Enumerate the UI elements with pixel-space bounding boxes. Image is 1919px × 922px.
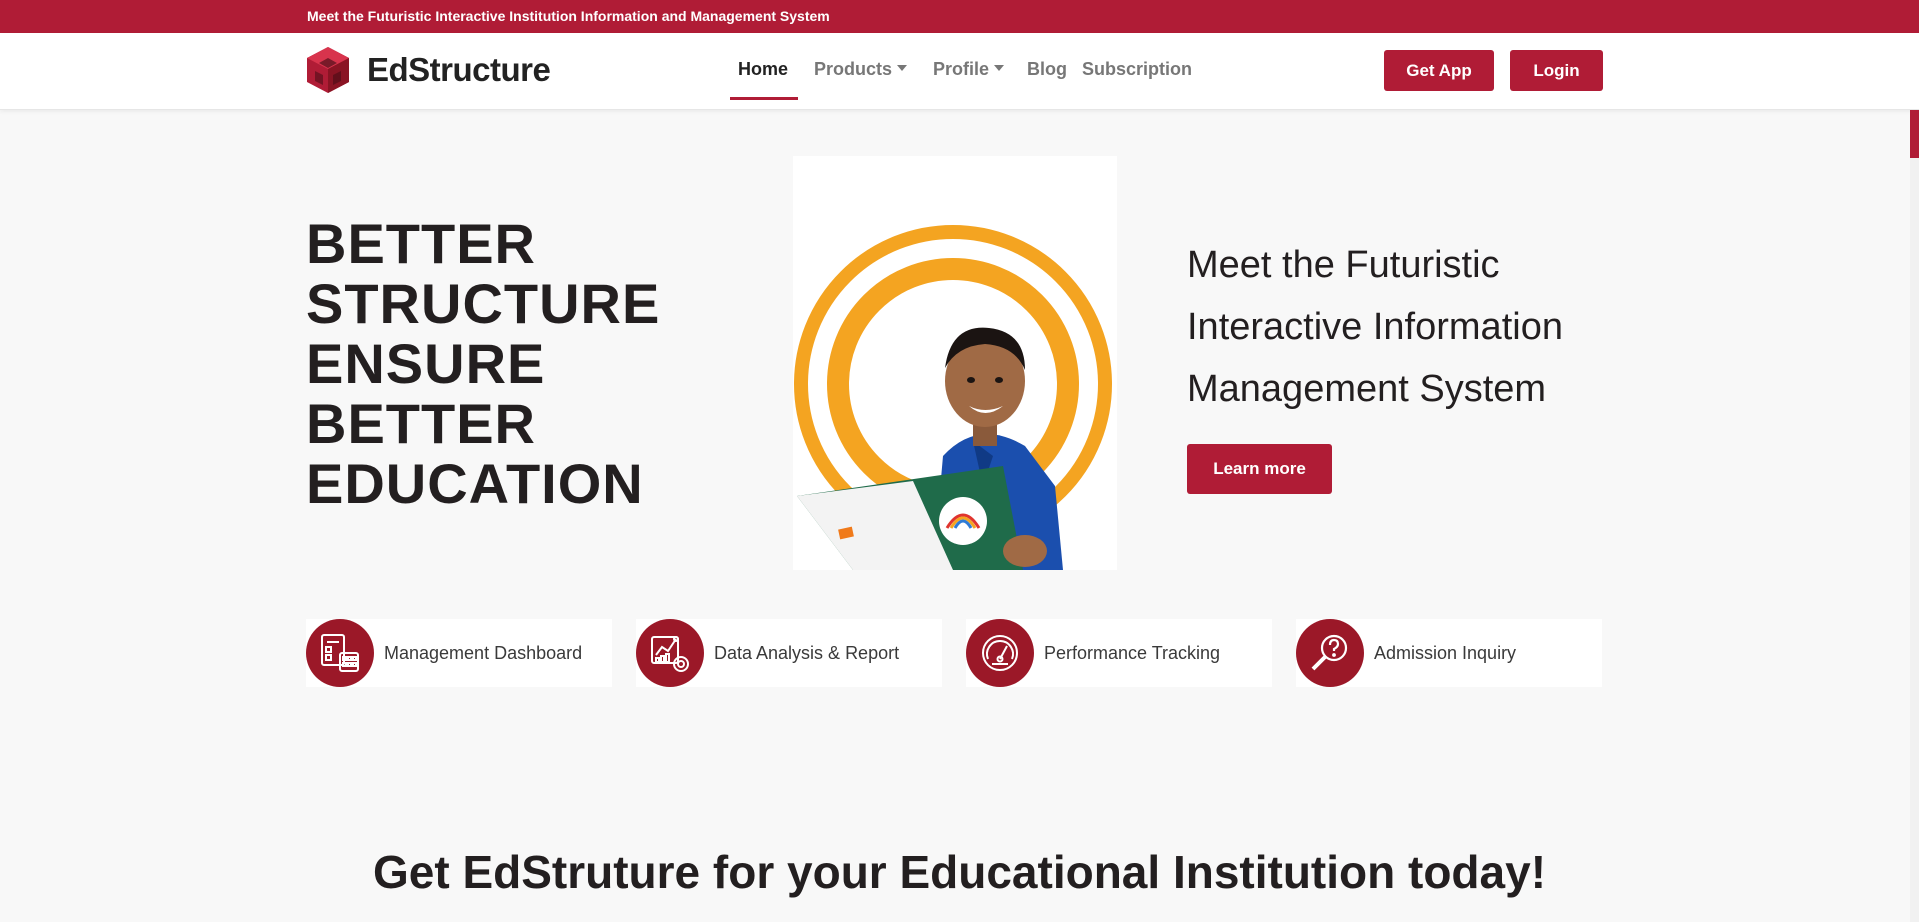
nav-subscription[interactable]: Subscription bbox=[1082, 59, 1192, 80]
hero-title-line: STRUCTURE bbox=[306, 272, 661, 335]
brand-link[interactable]: EdStructure bbox=[305, 44, 551, 96]
student-with-book-image bbox=[793, 156, 1117, 570]
inquiry-search-icon bbox=[1296, 619, 1364, 687]
hero-subtitle-line: Management System bbox=[1187, 368, 1547, 410]
announcement-text: Meet the Futuristic Interactive Institut… bbox=[307, 8, 830, 24]
nav-products[interactable]: Products bbox=[814, 59, 908, 80]
scrollbar-thumb[interactable] bbox=[1910, 110, 1919, 158]
nav-blog[interactable]: Blog bbox=[1027, 59, 1067, 80]
hero-subtitle-line: Meet the Futuristic bbox=[1187, 244, 1500, 286]
hero-subtitle-line: Interactive Information bbox=[1187, 306, 1563, 348]
learn-more-button[interactable]: Learn more bbox=[1187, 444, 1332, 494]
cta-heading: Get EdStruture for your Educational Inst… bbox=[372, 846, 1547, 898]
cube-logo-icon bbox=[307, 47, 349, 93]
analytics-icon bbox=[636, 619, 704, 687]
navbar: EdStructure Home Products Profile Blog S… bbox=[0, 33, 1919, 110]
nav-active-indicator bbox=[730, 97, 798, 100]
speedometer-icon bbox=[966, 619, 1034, 687]
hero-title-line: BETTER bbox=[306, 212, 536, 275]
get-app-button[interactable]: Get App bbox=[1384, 50, 1494, 91]
hero-title: BETTER STRUCTURE ENSURE BETTER EDUCATION bbox=[306, 214, 660, 514]
chevron-down-icon bbox=[994, 65, 1005, 72]
nav-home[interactable]: Home bbox=[738, 59, 788, 80]
brand-name: EdStructure bbox=[367, 51, 551, 88]
feature-card-performance-tracking[interactable]: Performance Tracking bbox=[966, 619, 1272, 687]
scrollbar-track[interactable] bbox=[1910, 110, 1919, 922]
hero-subtitle: Meet the Futuristic Interactive Informat… bbox=[1187, 234, 1607, 420]
feature-card-admission-inquiry[interactable]: Admission Inquiry bbox=[1296, 619, 1602, 687]
feature-label: Data Analysis & Report bbox=[714, 642, 900, 663]
nav-products-label: Products bbox=[814, 59, 893, 79]
feature-label: Management Dashboard bbox=[384, 642, 583, 663]
nav-profile-label: Profile bbox=[933, 59, 990, 79]
hero-image bbox=[793, 156, 1117, 570]
nav-profile[interactable]: Profile bbox=[933, 59, 1005, 80]
feature-card-data-analysis[interactable]: Data Analysis & Report bbox=[636, 619, 942, 687]
hero-title-line: ENSURE bbox=[306, 332, 546, 395]
login-button[interactable]: Login bbox=[1510, 50, 1603, 91]
hero-title-line: EDUCATION bbox=[306, 452, 644, 515]
feature-card-management-dashboard[interactable]: Management Dashboard bbox=[306, 619, 612, 687]
announcement-bar: Meet the Futuristic Interactive Institut… bbox=[0, 0, 1919, 33]
feature-label: Performance Tracking bbox=[1044, 642, 1221, 663]
feature-label: Admission Inquiry bbox=[1374, 642, 1517, 663]
dashboard-icon bbox=[306, 619, 374, 687]
chevron-down-icon bbox=[897, 65, 908, 72]
hero-title-line: BETTER bbox=[306, 392, 536, 455]
